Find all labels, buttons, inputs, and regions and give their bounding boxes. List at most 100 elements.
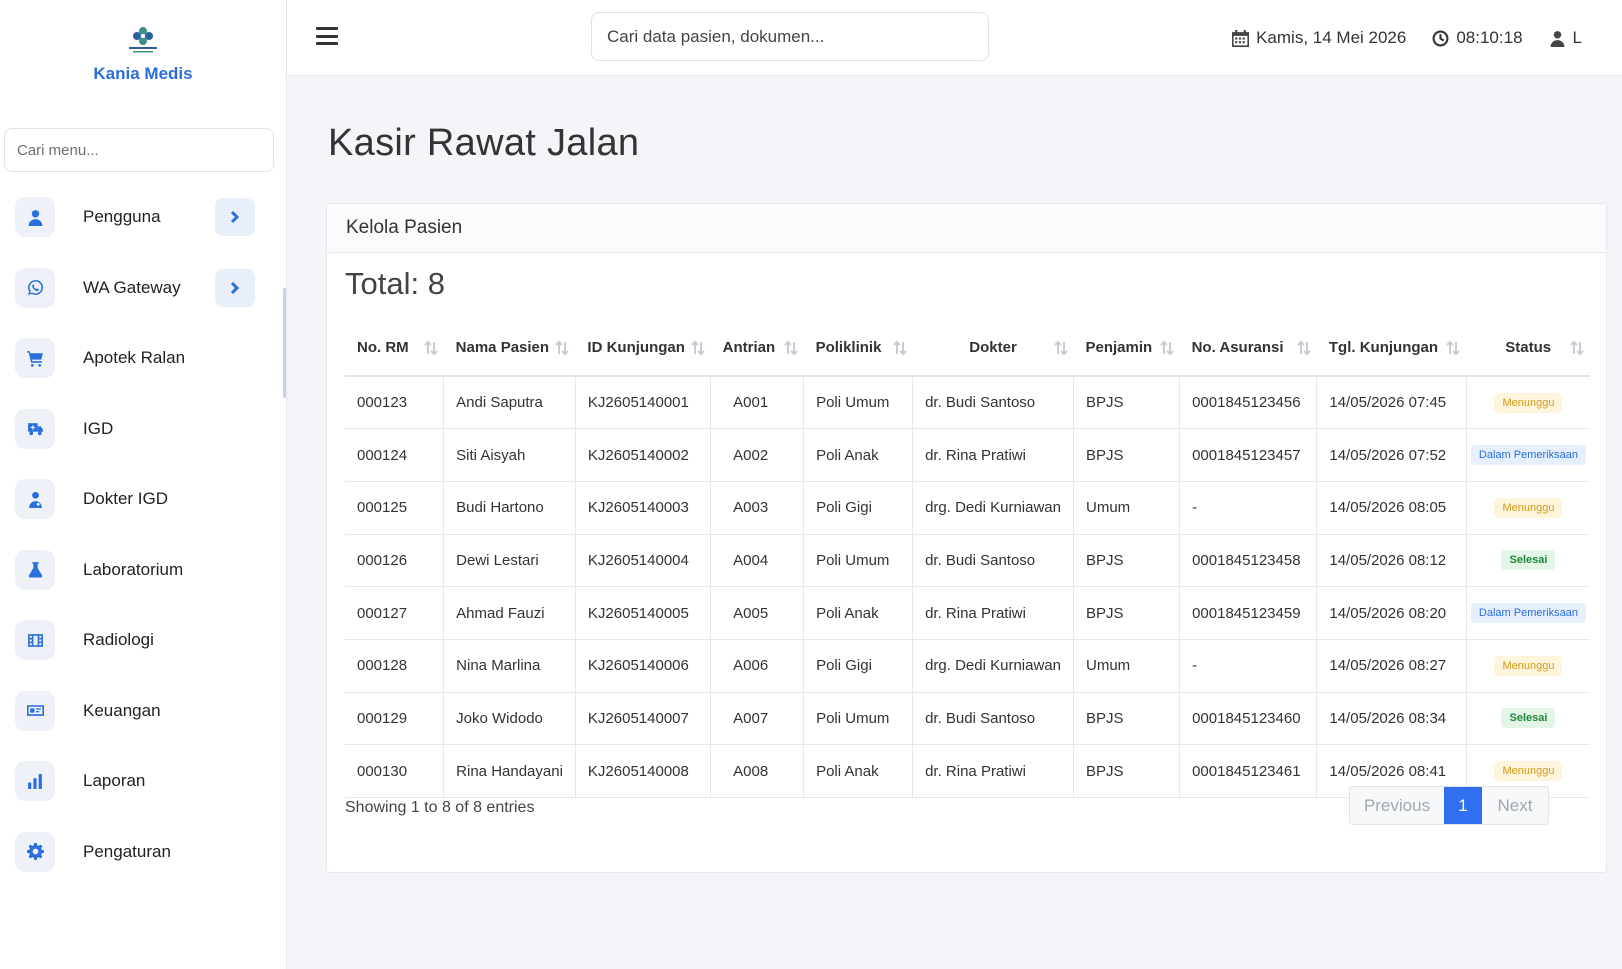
cell-nama-pasien: Siti Aisyah bbox=[443, 428, 576, 482]
column-header-label: Poliklinik bbox=[815, 339, 882, 356]
cell-no-rm: 000130 bbox=[345, 744, 445, 798]
menu-search[interactable] bbox=[4, 128, 274, 172]
sidebar-item-label: Laporan bbox=[83, 771, 146, 791]
cell-no-asuransi: - bbox=[1179, 481, 1318, 535]
cell-id-kunjungan: KJ2605140008 bbox=[575, 744, 712, 798]
column-header-no-asuransi[interactable]: No. Asuransi bbox=[1179, 320, 1317, 377]
cell-poliklinik: Poli Gigi bbox=[803, 481, 914, 535]
patient-table: No. RM Nama Pasien ID Kunjungan Antrian … bbox=[345, 320, 1590, 798]
cell-tgl-kunjungan: 14/05/2026 07:52 bbox=[1316, 428, 1467, 482]
menu-list: Pengguna WA Gateway Apotek Ralan IGD Dok… bbox=[0, 182, 286, 887]
status-badge: Selesai bbox=[1501, 550, 1556, 571]
sidebar-item-label: Pengguna bbox=[83, 207, 161, 227]
sidebar-item-label: Keuangan bbox=[83, 700, 161, 720]
sort-icon[interactable] bbox=[1446, 340, 1461, 356]
date-display: Kamis, 14 Mei 2026 bbox=[1232, 28, 1406, 48]
cell-no-rm: 000128 bbox=[345, 639, 445, 693]
column-header-label: Penjamin bbox=[1085, 339, 1153, 356]
sidebar-scrollbar[interactable] bbox=[283, 288, 286, 398]
cell-status: Menunggu bbox=[1466, 376, 1590, 430]
table-row[interactable]: 000128 Nina Marlina KJ2605140006 A006 Po… bbox=[345, 639, 1590, 693]
total-count: Total: 8 bbox=[345, 266, 445, 301]
table-row[interactable]: 000127 Ahmad Fauzi KJ2605140005 A005 Pol… bbox=[345, 586, 1590, 640]
sort-icon[interactable] bbox=[783, 340, 798, 356]
column-header-tgl-kunjungan[interactable]: Tgl. Kunjungan bbox=[1316, 320, 1467, 377]
sort-icon[interactable] bbox=[423, 340, 438, 356]
column-header-dokter[interactable]: Dokter bbox=[912, 320, 1074, 377]
next-page-button[interactable]: Next bbox=[1482, 787, 1548, 824]
chevron-right-icon[interactable] bbox=[215, 268, 255, 307]
table-row[interactable]: 000123 Andi Saputra KJ2605140001 A001 Po… bbox=[345, 376, 1590, 430]
cell-penjamin: BPJS bbox=[1073, 376, 1181, 430]
column-header-antrian[interactable]: Antrian bbox=[710, 320, 804, 377]
sort-icon[interactable] bbox=[1159, 340, 1174, 356]
cell-penjamin: BPJS bbox=[1073, 428, 1181, 482]
current-date: Kamis, 14 Mei 2026 bbox=[1256, 28, 1407, 47]
column-header-poliklinik[interactable]: Poliklinik bbox=[803, 320, 913, 377]
patient-card: Kelola Pasien Total: 8 No. RM Nama Pasie… bbox=[326, 203, 1607, 873]
topbar-info: Kamis, 14 Mei 2026 08:10:18 L bbox=[1206, 0, 1582, 76]
menu-search-input[interactable] bbox=[17, 141, 261, 159]
clock-icon bbox=[1432, 30, 1449, 46]
sort-icon[interactable] bbox=[555, 340, 570, 356]
cell-tgl-kunjungan: 14/05/2026 07:45 bbox=[1316, 376, 1467, 430]
cell-antrian: A008 bbox=[710, 744, 805, 798]
global-search[interactable] bbox=[591, 12, 989, 61]
column-header-label: Nama Pasien bbox=[455, 339, 550, 356]
cell-status: Dalam Pemeriksaan bbox=[1466, 586, 1590, 640]
cell-nama-pasien: Rina Handayani bbox=[443, 744, 576, 798]
hamburger-menu-icon[interactable] bbox=[316, 27, 338, 45]
sidebar-item-igd[interactable]: IGD bbox=[0, 394, 286, 465]
sidebar-item-radiologi[interactable]: Radiologi bbox=[0, 605, 286, 676]
cell-no-rm: 000123 bbox=[345, 376, 445, 430]
sidebar-item-keuangan[interactable]: Keuangan bbox=[0, 676, 286, 747]
user-menu[interactable]: L bbox=[1549, 28, 1582, 48]
sort-icon[interactable] bbox=[690, 340, 705, 356]
column-header-label: Status bbox=[1505, 339, 1552, 356]
cell-no-asuransi: 0001845123461 bbox=[1179, 744, 1318, 798]
chevron-right-icon[interactable] bbox=[215, 198, 255, 237]
sidebar-item-laboratorium[interactable]: Laboratorium bbox=[0, 535, 286, 606]
status-badge: Menunggu bbox=[1494, 761, 1563, 782]
sidebar-item-apotek-ralan[interactable]: Apotek Ralan bbox=[0, 323, 286, 394]
sidebar-item-laporan[interactable]: Laporan bbox=[0, 746, 286, 817]
column-header-id-kunjungan[interactable]: ID Kunjungan bbox=[575, 320, 711, 377]
column-header-no-rm[interactable]: No. RM bbox=[345, 320, 444, 377]
brand[interactable]: Kania Medis bbox=[0, 0, 286, 100]
page-1-button[interactable]: 1 bbox=[1444, 787, 1482, 824]
status-badge: Menunggu bbox=[1494, 655, 1563, 676]
cell-dokter: drg. Dedi Kurniawan bbox=[912, 639, 1074, 693]
column-header-penjamin[interactable]: Penjamin bbox=[1073, 320, 1180, 377]
cell-no-rm: 000127 bbox=[345, 586, 445, 640]
table-header-row: No. RM Nama Pasien ID Kunjungan Antrian … bbox=[345, 320, 1590, 377]
cell-nama-pasien: Nina Marlina bbox=[443, 639, 576, 693]
column-header-label: No. RM bbox=[357, 339, 409, 356]
sort-icon[interactable] bbox=[1570, 340, 1584, 356]
column-header-nama-pasien[interactable]: Nama Pasien bbox=[443, 320, 576, 377]
sidebar-item-wa-gateway[interactable]: WA Gateway bbox=[0, 253, 286, 324]
column-header-label: No. Asuransi bbox=[1191, 339, 1284, 356]
cell-dokter: dr. Budi Santoso bbox=[912, 376, 1074, 430]
sort-icon[interactable] bbox=[892, 340, 907, 356]
cell-nama-pasien: Dewi Lestari bbox=[443, 534, 576, 588]
time-display: 08:10:18 bbox=[1432, 28, 1523, 48]
table-row[interactable]: 000125 Budi Hartono KJ2605140003 A003 Po… bbox=[345, 481, 1590, 535]
flower-logo-icon bbox=[121, 20, 165, 58]
cell-poliklinik: Poli Umum bbox=[803, 376, 914, 430]
cell-poliklinik: Poli Umum bbox=[803, 534, 914, 588]
money-icon bbox=[15, 690, 55, 731]
sidebar-item-pengguna[interactable]: Pengguna bbox=[0, 182, 286, 253]
table-row[interactable]: 000124 Siti Aisyah KJ2605140002 A002 Pol… bbox=[345, 428, 1590, 482]
sidebar-item-dokter-igd[interactable]: Dokter IGD bbox=[0, 464, 286, 535]
current-time: 08:10:18 bbox=[1456, 28, 1523, 47]
sort-icon[interactable] bbox=[1053, 340, 1068, 356]
column-header-status[interactable]: Status bbox=[1466, 320, 1590, 377]
cell-penjamin: BPJS bbox=[1073, 692, 1181, 746]
previous-page-button[interactable]: Previous bbox=[1350, 787, 1444, 824]
cell-no-asuransi: 0001845123457 bbox=[1179, 428, 1318, 482]
sidebar-item-pengaturan[interactable]: Pengaturan bbox=[0, 817, 286, 888]
global-search-input[interactable] bbox=[607, 26, 973, 47]
table-row[interactable]: 000126 Dewi Lestari KJ2605140004 A004 Po… bbox=[345, 534, 1590, 588]
table-row[interactable]: 000129 Joko Widodo KJ2605140007 A007 Pol… bbox=[345, 692, 1590, 746]
sort-icon[interactable] bbox=[1297, 340, 1311, 356]
